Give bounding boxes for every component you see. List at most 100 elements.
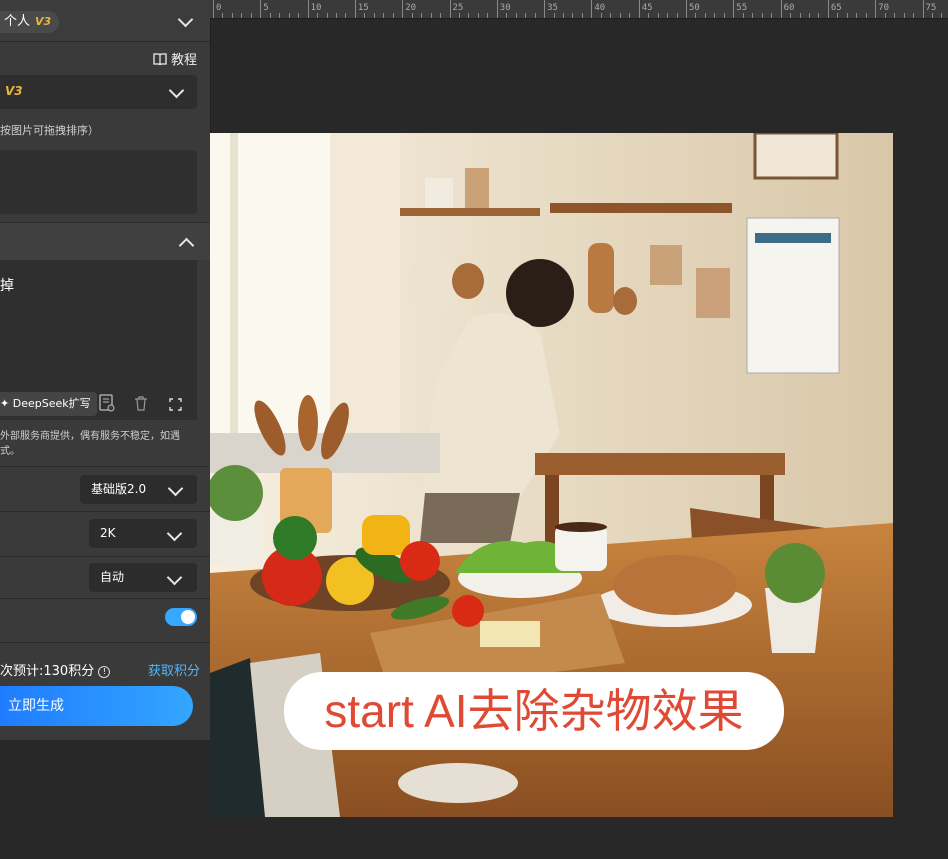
ruler-minor-tick [676,13,678,18]
account-pill[interactable]: 个人 V3 [0,11,60,33]
ruler-minor-tick [298,13,300,18]
info-icon[interactable]: ! [98,666,111,678]
ruler-minor-tick [704,13,706,18]
service-note-line: 外部服务商提供，偶有服务不稳定，如遇 [0,431,180,442]
ruler-minor-tick [837,13,839,18]
ruler-tick-label: 50 [689,3,700,13]
ruler-minor-tick [326,13,328,18]
ruler-minor-tick [392,13,394,18]
prompt-text: 掉 [0,278,14,294]
ruler-minor-tick [279,13,281,18]
ruler-tick-label: 65 [830,3,842,13]
ruler-minor-tick [865,13,867,18]
magic-wand-icon: ✦ [0,397,10,410]
image-upload-area[interactable] [0,150,197,214]
generate-button[interactable]: 立即生成 [0,686,193,726]
ruler-minor-tick [222,13,224,18]
ruler-minor-tick [317,13,319,18]
ruler-minor-tick [714,13,716,18]
ruler-minor-tick [250,13,252,18]
resolution-select[interactable]: 2K [89,519,197,548]
version-select[interactable]: 基础版2.0 [80,475,197,504]
tutorial-label: 教程 [170,53,197,68]
ruler-minor-tick [771,13,773,18]
ruler-minor-tick [430,13,432,18]
account-label: 个人 [4,14,31,29]
ratio-select[interactable]: 自动 [89,563,197,592]
ruler-minor-tick [534,13,536,18]
ruler-tick [402,0,404,18]
ruler-minor-tick [572,13,574,18]
chevron-up-icon[interactable] [178,237,195,254]
ruler-minor-tick [752,13,754,18]
ruler-tick-label: 55 [736,3,748,13]
ruler-tick-label: 20 [405,3,417,13]
feature-toggle[interactable] [165,608,197,626]
ruler-tick-label: 35 [547,3,558,13]
version-value: 基础版2.0 [91,482,147,496]
effect-caption: start AI去除杂物效果 [284,672,784,750]
get-points-link[interactable]: 获取积分 [148,660,200,679]
ruler-minor-tick [761,13,763,18]
ruler-minor-tick [657,13,659,18]
ruler-tick [544,0,546,18]
chevron-down-icon [168,82,185,99]
model-select[interactable]: V3 [0,75,197,109]
ruler-minor-tick [477,13,479,18]
ruler-minor-tick [856,13,858,18]
ruler-minor-tick [364,13,366,18]
ruler-minor-tick [941,13,943,18]
fullscreen-icon[interactable] [169,397,182,415]
ruler-minor-tick [790,13,792,18]
cost-estimate: 次预计:130积分 ! [0,660,111,679]
ruler-minor-tick [506,13,508,18]
ruler-tick [213,0,214,18]
ruler-tick-label: 10 [310,3,322,13]
ruler-minor-tick [345,13,347,18]
ruler-minor-tick [695,13,697,18]
book-icon [153,52,167,65]
ruler-tick-label: 30 [499,3,511,13]
ruler-minor-tick [440,13,442,18]
ruler-minor-tick [742,13,744,18]
service-note: 外部服务商提供，偶有服务不稳定，如遇 式。 [0,429,200,459]
prompt-section-header[interactable] [0,222,210,260]
ruler-tick [354,0,356,18]
ruler-tick-label: 70 [878,3,890,13]
ruler-tick [496,0,498,18]
ruler-minor-tick [884,13,886,18]
ruler-minor-tick [581,13,583,18]
trash-icon[interactable] [134,396,148,415]
ruler-tick-label: 60 [783,3,795,13]
ruler-minor-tick [799,13,801,18]
ruler-minor-tick [808,13,810,18]
tutorial-link[interactable]: 教程 [153,49,197,68]
ruler-minor-tick [241,13,243,18]
deepseek-expand-button[interactable]: ✦ DeepSeek扩写 [0,392,97,416]
ruler-minor-tick [723,13,725,18]
ruler-minor-tick [231,13,233,18]
chevron-down-icon[interactable] [177,11,194,28]
ruler-tick [827,0,829,18]
ruler-minor-tick [894,13,896,18]
ruler-minor-tick [846,13,848,18]
ruler-tick [638,0,640,18]
ruler-minor-tick [269,13,271,18]
ruler-tick [780,0,782,18]
ruler-minor-tick [903,13,905,18]
ruler-tick [260,0,262,18]
ruler-minor-tick [458,13,460,18]
ruler-minor-tick [600,13,602,18]
history-icon[interactable] [99,394,115,416]
ruler-tick-label: 15 [357,3,369,13]
ruler-minor-tick [610,13,612,18]
account-header[interactable]: 个人 V3 [0,0,210,42]
ruler-minor-tick [487,13,489,18]
ruler-minor-tick [383,13,385,18]
ruler-minor-tick [373,13,375,18]
resolution-value: 2K [100,526,116,540]
ruler-minor-tick [667,13,669,18]
ruler-minor-tick [563,13,565,18]
chevron-down-icon [166,569,183,586]
ruler-minor-tick [931,13,933,18]
